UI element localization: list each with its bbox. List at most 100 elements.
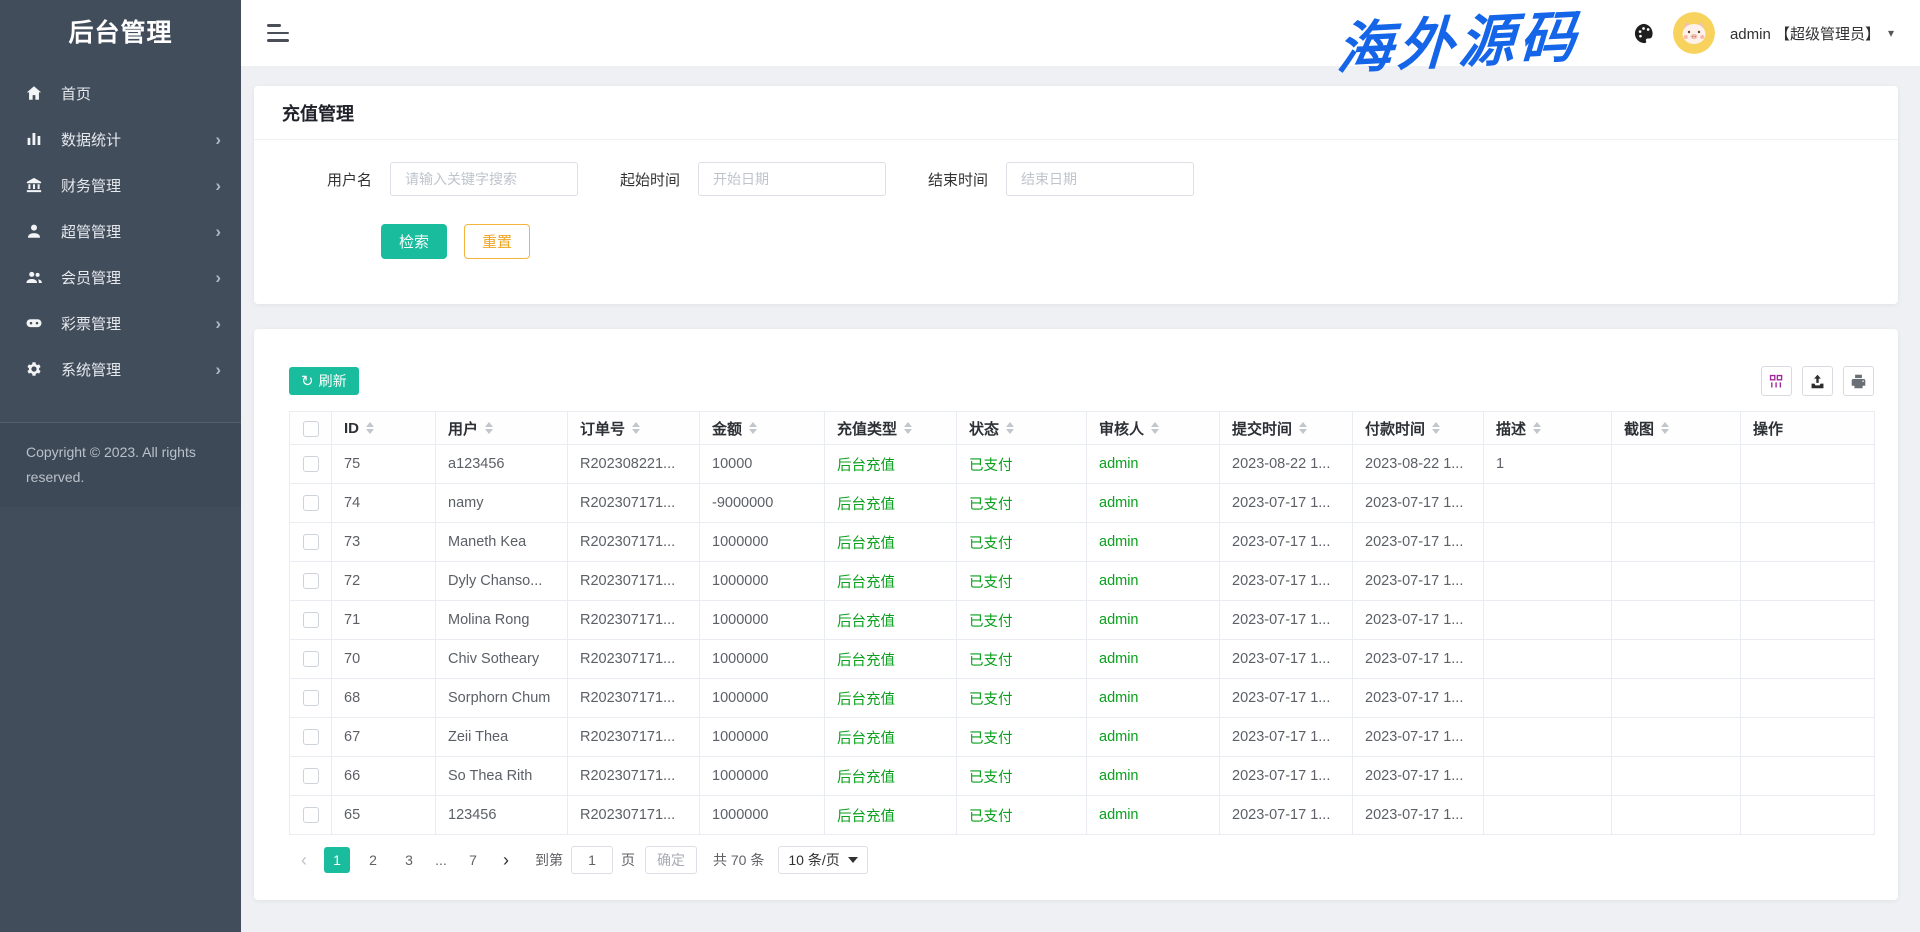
page-unit-label: 页 <box>621 850 635 870</box>
table-row: 68Sorphorn ChumR202307171...1000000后台充值已… <box>290 679 1875 718</box>
cell-action <box>1741 757 1875 796</box>
row-checkbox[interactable] <box>303 534 319 550</box>
col-screenshot[interactable]: 截图 <box>1612 412 1741 445</box>
page-number-1[interactable]: 1 <box>324 847 350 873</box>
page-size-select[interactable]: 10 条/页 <box>778 846 867 874</box>
sidebar-item-home[interactable]: 首页 <box>0 70 241 116</box>
cell-submit_time: 2023-07-17 1... <box>1220 640 1353 679</box>
row-checkbox[interactable] <box>303 690 319 706</box>
sidebar-item-members[interactable]: 会员管理 › <box>0 254 241 300</box>
theme-palette-icon[interactable] <box>1632 20 1658 46</box>
col-status[interactable]: 状态 <box>957 412 1087 445</box>
sidebar-item-finance[interactable]: 财务管理 › <box>0 162 241 208</box>
page-number-2[interactable]: 2 <box>360 847 386 873</box>
cell-pay_time: 2023-07-17 1... <box>1353 562 1484 601</box>
cell-amount: 1000000 <box>700 601 825 640</box>
col-desc[interactable]: 描述 <box>1484 412 1612 445</box>
reset-button[interactable]: 重置 <box>464 224 530 259</box>
cell-status: 已支付 <box>957 757 1087 796</box>
prev-page-button[interactable]: ‹ <box>289 847 319 873</box>
cell-type: 后台充值 <box>825 757 957 796</box>
sidebar-item-superadmin[interactable]: 超管管理 › <box>0 208 241 254</box>
sidebar-item-lottery[interactable]: 彩票管理 › <box>0 300 241 346</box>
table-row: 72Dyly Chanso...R202307171...1000000后台充值… <box>290 562 1875 601</box>
home-icon <box>24 83 44 103</box>
cell-id: 74 <box>332 484 436 523</box>
cell-screenshot <box>1612 679 1741 718</box>
cell-auditor: admin <box>1087 796 1220 835</box>
cell-screenshot <box>1612 523 1741 562</box>
row-checkbox[interactable] <box>303 807 319 823</box>
row-checkbox[interactable] <box>303 768 319 784</box>
cell-status: 已支付 <box>957 601 1087 640</box>
col-user[interactable]: 用户 <box>436 412 568 445</box>
end-time-filter-group: 结束时间 <box>928 162 1194 196</box>
username-filter-input[interactable] <box>390 162 578 196</box>
refresh-label: 刷新 <box>319 371 347 391</box>
row-checkbox[interactable] <box>303 612 319 628</box>
row-checkbox-cell <box>290 679 332 718</box>
cell-action <box>1741 484 1875 523</box>
cell-order: R202307171... <box>568 640 700 679</box>
col-amount[interactable]: 金额 <box>700 412 825 445</box>
chevron-right-icon: › <box>215 177 221 194</box>
sidebar-item-system[interactable]: 系统管理 › <box>0 346 241 392</box>
cell-order: R202307171... <box>568 757 700 796</box>
row-checkbox[interactable] <box>303 456 319 472</box>
next-page-button[interactable]: › <box>491 847 521 873</box>
col-submit-time[interactable]: 提交时间 <box>1220 412 1353 445</box>
print-button[interactable] <box>1843 366 1874 396</box>
cell-id: 67 <box>332 718 436 757</box>
select-all-checkbox[interactable] <box>303 421 319 437</box>
row-checkbox[interactable] <box>303 729 319 745</box>
row-checkbox[interactable] <box>303 573 319 589</box>
sidebar-item-statistics[interactable]: 数据统计 › <box>0 116 241 162</box>
sort-icon <box>1432 418 1440 438</box>
sidebar-item-label: 彩票管理 <box>61 313 121 334</box>
page-number-3[interactable]: 3 <box>396 847 422 873</box>
col-type[interactable]: 充值类型 <box>825 412 957 445</box>
menu-toggle-icon[interactable] <box>267 24 289 42</box>
search-button[interactable]: 检索 <box>381 224 447 259</box>
user-menu[interactable]: admin 【超级管理员】 ▾ <box>1730 23 1894 44</box>
confirm-page-button[interactable]: 确定 <box>645 846 697 874</box>
table-row: 75a123456R202308221...10000后台充值已支付admin2… <box>290 445 1875 484</box>
page-numbers: 123...7 <box>319 847 491 873</box>
cell-desc: 1 <box>1484 445 1612 484</box>
col-auditor[interactable]: 审核人 <box>1087 412 1220 445</box>
export-button[interactable] <box>1802 366 1833 396</box>
col-pay-time[interactable]: 付款时间 <box>1353 412 1484 445</box>
cell-status: 已支付 <box>957 523 1087 562</box>
cell-desc <box>1484 484 1612 523</box>
table-card: ↻ 刷新 <box>254 329 1898 900</box>
col-order[interactable]: 订单号 <box>568 412 700 445</box>
avatar[interactable] <box>1673 12 1715 54</box>
topbar: admin 【超级管理员】 ▾ <box>241 0 1920 66</box>
columns-filter-button[interactable] <box>1761 366 1792 396</box>
username-filter-label: 用户名 <box>327 169 372 190</box>
start-date-input[interactable] <box>698 162 886 196</box>
table-toolbar: ↻ 刷新 <box>289 366 1874 396</box>
bar-chart-icon <box>24 129 44 149</box>
cell-type: 后台充值 <box>825 640 957 679</box>
refresh-button[interactable]: ↻ 刷新 <box>289 367 359 395</box>
cell-submit_time: 2023-07-17 1... <box>1220 757 1353 796</box>
row-checkbox[interactable] <box>303 495 319 511</box>
row-checkbox-cell <box>290 640 332 679</box>
chevron-right-icon: › <box>215 315 221 332</box>
caret-down-icon <box>848 857 858 868</box>
cell-type: 后台充值 <box>825 796 957 835</box>
cell-screenshot <box>1612 718 1741 757</box>
cell-user: Maneth Kea <box>436 523 568 562</box>
row-checkbox-cell <box>290 484 332 523</box>
cell-user: Chiv Sotheary <box>436 640 568 679</box>
goto-page-input[interactable] <box>571 846 613 874</box>
col-id[interactable]: ID <box>332 412 436 445</box>
row-checkbox[interactable] <box>303 651 319 667</box>
page-number-7[interactable]: 7 <box>460 847 486 873</box>
filter-row: 用户名 起始时间 结束时间 <box>254 140 1898 196</box>
cell-amount: 1000000 <box>700 757 825 796</box>
cell-submit_time: 2023-07-17 1... <box>1220 562 1353 601</box>
cell-desc <box>1484 679 1612 718</box>
end-date-input[interactable] <box>1006 162 1194 196</box>
